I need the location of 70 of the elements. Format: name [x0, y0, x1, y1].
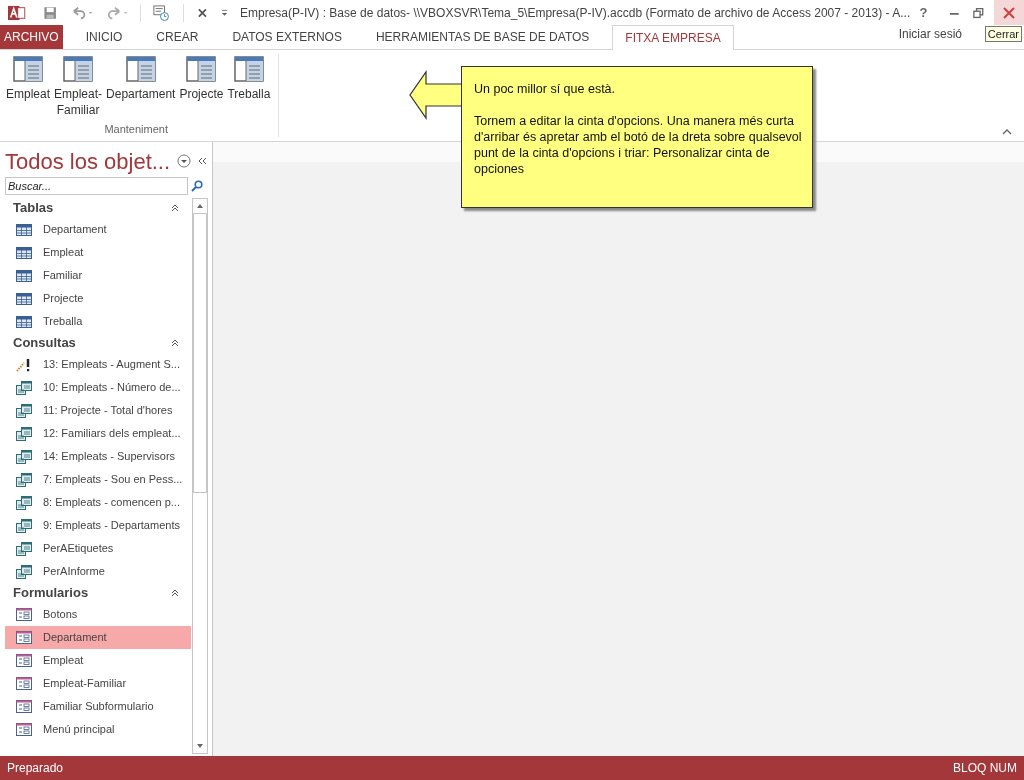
query-icon	[16, 541, 32, 556]
ribbon-group-label: Manteniment	[103, 121, 169, 137]
scrollbar[interactable]	[192, 198, 208, 754]
status-indicator: BLOQ NUM	[953, 760, 1017, 777]
table-icon	[16, 269, 32, 282]
collapse-pane-icon[interactable]	[198, 157, 208, 165]
form-icon	[16, 723, 32, 736]
close-icon[interactable]	[198, 7, 207, 18]
customize-toolbar-icon[interactable]	[220, 8, 228, 17]
group-header[interactable]: Tablas	[5, 198, 191, 218]
query-icon	[16, 449, 32, 464]
query-icon	[16, 472, 32, 487]
collapse-ribbon-icon[interactable]	[1002, 129, 1012, 135]
search-field[interactable]: Buscar...	[5, 177, 188, 195]
group-header[interactable]: Formularios	[5, 583, 191, 603]
navigation-pane-title[interactable]: Todos los objet...	[5, 144, 171, 178]
callout-arrow	[408, 70, 463, 120]
restore-icon[interactable]	[973, 6, 984, 19]
form-icon	[16, 677, 32, 690]
ribbon-tab[interactable]: DATOS EXTERNOS	[221, 25, 353, 49]
table-icon	[16, 315, 32, 328]
table-icon	[16, 246, 32, 259]
table-icon	[16, 223, 32, 236]
ribbon-tab[interactable]: CREAR	[145, 25, 210, 49]
save-icon[interactable]	[43, 5, 56, 20]
query-icon	[16, 564, 32, 579]
window-title: Empresa(P-IV) : Base de datos- \\VBOXSVR\Tema_5\Empresa(P-IV).accdb (Formato de archivo de Access 2007 - 2013) - A...	[240, 4, 911, 22]
ribbon-button[interactable]: Empleat- Familiar	[52, 56, 105, 118]
ribbon-button[interactable]: Projecte	[177, 56, 226, 102]
ribbon-button[interactable]: Empleat	[4, 56, 53, 102]
navigation-item[interactable]: Departament	[5, 626, 191, 649]
form-icon	[16, 631, 32, 644]
search-icon[interactable]	[191, 180, 203, 192]
form-icon	[16, 608, 32, 621]
collapse-icon[interactable]	[171, 204, 179, 212]
form-icon	[233, 56, 264, 82]
form-icon	[16, 700, 32, 713]
form-icon	[63, 56, 94, 82]
ribbon-button[interactable]: Treballa	[225, 56, 273, 102]
form-icon	[16, 654, 32, 667]
ribbon-button[interactable]: Departament	[104, 56, 178, 102]
query-icon	[16, 426, 32, 441]
close-button[interactable]	[993, 0, 1024, 25]
status-text: Preparado	[7, 760, 64, 777]
undo-icon[interactable]	[72, 5, 94, 20]
query-icon	[16, 495, 32, 510]
query-icon	[16, 380, 32, 395]
file-tab[interactable]: ARCHIVO	[0, 25, 63, 49]
form-icon	[13, 56, 43, 82]
callout-note: Un poc millor sí que està. Tornem a editar la cinta d'opcions. Una manera més curta d'arribar és apretar amb el botó de la dreta sobre qualsevol punt de la cinta d'opcions i triar: Personalizar cinta de opciones	[461, 66, 813, 208]
sign-in-link[interactable]: Iniciar sesió	[898, 25, 962, 43]
ribbon-tab[interactable]: INICIO	[74, 25, 134, 49]
pencil-exclamation-icon	[16, 357, 32, 372]
tooltip: Cerrar	[984, 26, 1022, 42]
ribbon-tab[interactable]: HERRAMIENTAS DE BASE DE DATOS	[364, 25, 601, 49]
close-icon	[1003, 6, 1015, 19]
dropdown-icon[interactable]	[177, 154, 192, 168]
form-icon	[125, 56, 156, 82]
scrollbar-thumb[interactable]	[193, 213, 207, 493]
group-header[interactable]: Consultas	[5, 333, 191, 353]
table-icon	[16, 292, 32, 305]
form-clock-icon[interactable]	[153, 3, 170, 22]
help-button[interactable]: ?	[910, 2, 937, 23]
ribbon-tab[interactable]: FITXA EMPRESA	[612, 25, 734, 50]
query-icon	[16, 403, 32, 418]
collapse-icon[interactable]	[171, 589, 179, 597]
form-icon	[186, 56, 217, 82]
collapse-icon[interactable]	[171, 339, 179, 347]
access-logo-icon[interactable]	[8, 3, 26, 22]
query-icon	[16, 518, 32, 533]
